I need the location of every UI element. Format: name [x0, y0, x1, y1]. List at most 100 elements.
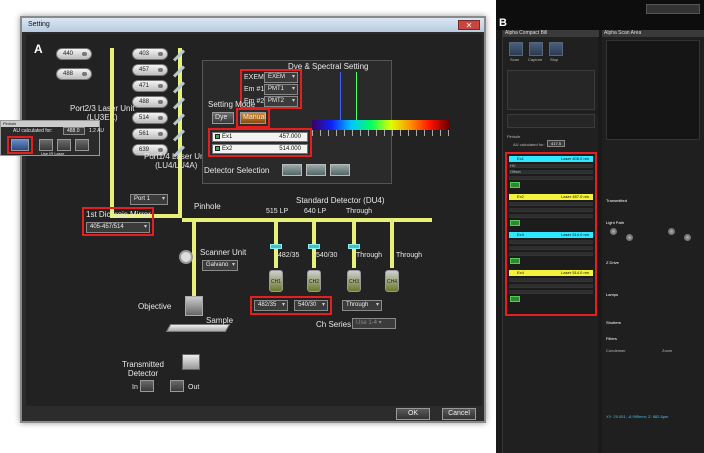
z-drive-section: Z Drive [606, 260, 619, 265]
spectrum-bar [312, 120, 450, 130]
pinhole-section-label: Pinhole [507, 134, 521, 139]
dialog-body: A 440 488 Port2/3 Laser Unit (LU3EX) 403… [26, 34, 482, 406]
filter-ch2-label: 540/30 [316, 252, 338, 259]
filter-ch2 [308, 244, 320, 249]
compact-panel-title: Alpha Compact Bill [503, 30, 599, 37]
laser-471-button[interactable]: 471 [132, 80, 168, 92]
pmt-ch2-icon: CH2 [307, 270, 321, 292]
tdet-in-label: In [132, 384, 138, 391]
tdet-in-button[interactable] [140, 380, 154, 392]
ex1-marker [340, 72, 341, 120]
detector-selection-label: Detector Selection [204, 166, 270, 175]
light-path-knob[interactable] [626, 234, 633, 241]
filter-ch1-label: 482/35 [278, 252, 300, 259]
dichroic-through-label: Through [346, 208, 373, 215]
ok-button[interactable]: OK [396, 408, 430, 420]
ch-series-label: Ch Series [316, 320, 352, 329]
pmt-ch4-icon: CH4 [385, 270, 399, 292]
au-size-label: 1.2 AU [89, 128, 105, 134]
highlight-dichroic [82, 207, 154, 236]
panel-letter-a: A [34, 42, 43, 56]
highlight-filters [250, 296, 332, 315]
scanner-dropdown[interactable]: Galvano ▾ [202, 260, 238, 271]
laser-488-left-button[interactable]: 488 [56, 68, 92, 80]
tdet-out-label: Out [188, 384, 200, 391]
panel-letter-b: B [499, 17, 507, 29]
scan-area-title: Alpha Scan Area [602, 30, 704, 37]
stop-tool-label: Stop [550, 57, 559, 62]
condenser-label: Condenser [606, 348, 626, 353]
filter-ch3-dropdown[interactable]: Through ▾ [342, 300, 382, 311]
scanner-icon [179, 250, 193, 264]
compact-panel: Alpha Compact Bill Scan Capture Stop Pin… [502, 30, 599, 453]
transmitted-detector-label: Transmitted Detector [122, 360, 164, 378]
light-path-knob[interactable] [610, 228, 617, 235]
window-controls[interactable] [646, 4, 700, 14]
objective-icon [185, 296, 203, 316]
pinhole-preset-button[interactable] [57, 139, 71, 151]
dichroic-515lp-label: 515 LP [266, 208, 289, 215]
capture-tool-label: Capture [528, 57, 543, 62]
detector-select-button[interactable] [330, 164, 350, 176]
sample-stage-icon [165, 324, 231, 332]
beam-left-vertical [110, 48, 114, 218]
laser-440-button[interactable]: 440 [56, 48, 92, 60]
beam-down [178, 166, 182, 218]
stop-tool-button[interactable] [549, 42, 563, 56]
cancel-button[interactable]: Cancel [442, 408, 476, 420]
light-path-knob[interactable] [684, 234, 691, 241]
filter-ch3-label: Through [356, 252, 383, 259]
chevron-down-icon: ▾ [161, 196, 165, 202]
filter-ch4-label: Through [396, 252, 423, 259]
status-readout: XY: 25.001; -8.995mm; Z: 882.8μm [606, 414, 669, 419]
standard-detector-label: Standard Detector (DU4) [296, 196, 385, 205]
image-view[interactable] [606, 40, 700, 140]
pinhole-preset-button[interactable] [39, 139, 53, 151]
light-path-knob[interactable] [668, 228, 675, 235]
scan-tool-label: Scan [510, 57, 520, 62]
capture-tool-button[interactable] [529, 42, 543, 56]
au-wavelength-dropdown[interactable]: 488.0 [63, 127, 85, 135]
au-wavelength-dropdown[interactable]: 417.5 [547, 140, 565, 147]
sample-label: Sample [206, 316, 234, 325]
zoom-label: Zoom [662, 348, 673, 353]
au-calculated-label: AU calculated for: [13, 128, 53, 134]
spectrum-scale [312, 130, 450, 136]
laser-514-button[interactable]: 514 [132, 112, 168, 124]
laser-457-button[interactable]: 457 [132, 64, 168, 76]
detector-select-button[interactable] [306, 164, 326, 176]
scan-tool-button[interactable] [509, 42, 523, 56]
pinhole-preset-button[interactable] [75, 139, 89, 151]
software-panel: B Alpha Compact Bill Scan Capture Stop P… [496, 0, 704, 453]
transmitted-section: Transmitted [606, 198, 627, 203]
tdet-out-button[interactable] [170, 380, 184, 392]
ex2-marker [356, 72, 357, 120]
laser-561-button[interactable]: 561 [132, 128, 168, 140]
filter-ch1 [270, 244, 282, 249]
detector-select-button[interactable] [282, 164, 302, 176]
objective-label: Objective [138, 302, 172, 311]
pmt-ch3-icon: CH3 [347, 270, 361, 292]
light-path-section: Light Path [606, 220, 625, 225]
port-dropdown[interactable]: Port 1 ▾ [130, 194, 168, 205]
scanner-unit-label: Scanner Unit [200, 248, 247, 257]
scan-settings-box [507, 70, 595, 110]
shutters-section: Shutters [606, 320, 621, 325]
dichroic-640lp-label: 640 LP [304, 208, 327, 215]
setting-dialog: Setting ✕ A 440 488 Port2/3 Laser Unit (… [20, 16, 486, 423]
scan-area-panel: Alpha Scan Area Transmitted Light Path Z… [602, 30, 704, 453]
highlight-manual [236, 108, 270, 128]
pmt-ch1-icon: CH1 [269, 270, 283, 292]
chevron-down-icon: ▾ [375, 302, 379, 308]
beam-ch4 [390, 222, 394, 268]
dialog-title: Setting [22, 18, 484, 32]
close-button[interactable]: ✕ [458, 20, 480, 30]
lamps-section: Lamps [606, 292, 619, 297]
scan-area-box [507, 114, 595, 128]
laser-403-button[interactable]: 403 [132, 48, 168, 60]
pinhole-label: Pinhole [194, 202, 221, 211]
laser-488-right-button[interactable]: 488 [132, 96, 168, 108]
mode-dye-button[interactable]: Dye [212, 112, 234, 124]
ch-series-dropdown[interactable]: Use 1-4 ▾ [352, 318, 396, 329]
filter-ch3 [348, 244, 360, 249]
